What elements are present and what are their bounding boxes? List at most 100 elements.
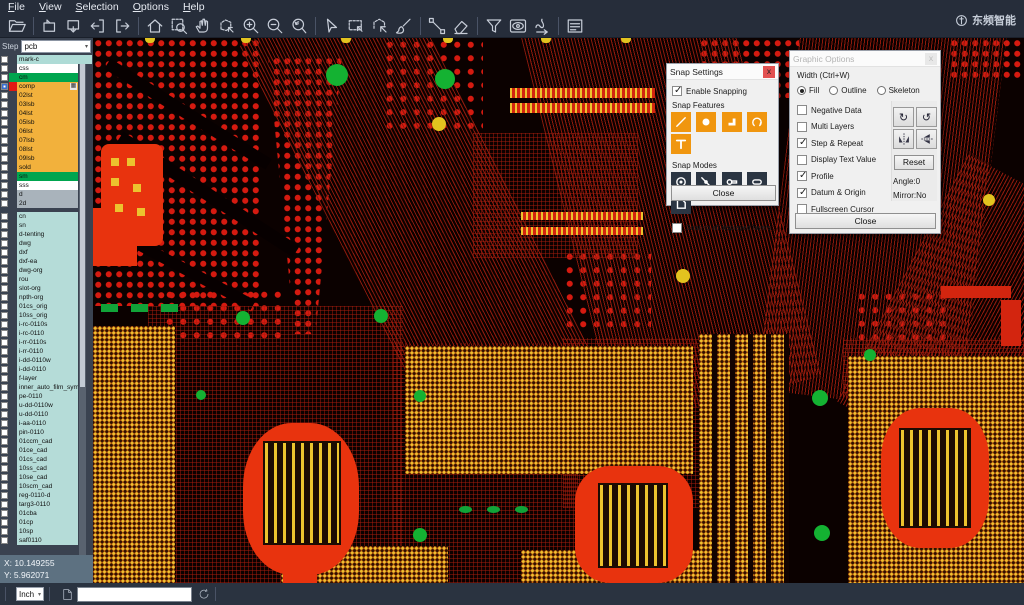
open-icon[interactable] (5, 15, 29, 36)
snap-line-icon[interactable] (671, 112, 691, 132)
layer-row[interactable]: 09lsb (0, 154, 93, 163)
radio-fill[interactable]: Fill (797, 86, 819, 95)
layer-visibility-checkbox[interactable] (1, 528, 8, 535)
home-icon[interactable] (143, 15, 167, 36)
profile-row[interactable]: Profile (797, 171, 876, 181)
layer-row[interactable]: 04lst (0, 109, 93, 118)
snap-all-layers-checkbox[interactable] (672, 223, 682, 233)
next-step-icon[interactable] (110, 15, 134, 36)
layer-visibility-checkbox[interactable] (1, 110, 8, 117)
layer-row[interactable]: i-rc-0110 (0, 329, 93, 338)
menu-help[interactable]: Help (183, 1, 205, 13)
layer-visibility-checkbox[interactable] (1, 465, 8, 472)
layer-row[interactable]: rou (0, 275, 93, 284)
layer-row[interactable]: 10se_cad (0, 473, 93, 482)
snap-surface-icon[interactable] (722, 112, 742, 132)
snap-text-icon[interactable] (671, 134, 691, 154)
layer-visibility-checkbox[interactable] (1, 438, 8, 445)
layer-row[interactable]: 01cp (0, 518, 93, 527)
layer-visibility-checkbox[interactable] (1, 119, 8, 126)
measure-coil-icon[interactable] (530, 15, 554, 36)
layer-visibility-checkbox[interactable] (1, 384, 8, 391)
radio-outline[interactable]: Outline (829, 86, 866, 95)
layer-visibility-checkbox[interactable] (1, 258, 8, 265)
export-icon[interactable] (62, 15, 86, 36)
layer-row[interactable]: sss (0, 181, 93, 190)
layer-visibility-checkbox[interactable] (1, 249, 8, 256)
menu-file[interactable]: File (8, 1, 25, 13)
polygon-select-icon[interactable] (368, 15, 392, 36)
layer-row[interactable]: comp▦ (0, 82, 93, 91)
view-eye-icon[interactable] (506, 15, 530, 36)
layer-row[interactable]: 06lst (0, 127, 93, 136)
layer-row[interactable]: mark-c (0, 55, 93, 64)
layer-row[interactable]: 01cs_cad (0, 455, 93, 464)
layer-visibility-checkbox[interactable] (1, 357, 8, 364)
graphic-close-button[interactable]: Close (795, 213, 936, 229)
layer-row[interactable]: i-rr-0110 (0, 347, 93, 356)
layer-visibility-checkbox[interactable] (1, 537, 8, 544)
layer-row[interactable]: 08lst (0, 145, 93, 154)
layer-visibility-checkbox[interactable] (1, 182, 8, 189)
layer-visibility-checkbox[interactable] (1, 294, 8, 301)
layer-row[interactable]: 01cs_orig (0, 302, 93, 311)
layer-visibility-checkbox[interactable] (1, 128, 8, 135)
layer-row[interactable]: 01ce_cad (0, 446, 93, 455)
layer-visibility-checkbox[interactable] (1, 56, 8, 63)
layer-row[interactable]: dwg (0, 239, 93, 248)
zoom-out-icon[interactable] (263, 15, 287, 36)
layer-row[interactable]: dxf-ea (0, 257, 93, 266)
layer-row[interactable]: 10sp (0, 527, 93, 536)
radio-skeleton[interactable]: Skeleton (877, 86, 920, 95)
layer-visibility-checkbox[interactable] (1, 429, 8, 436)
measure-line-icon[interactable] (425, 15, 449, 36)
layer-row[interactable]: i-dd-0110w (0, 356, 93, 365)
mirror-horizontal-icon[interactable] (893, 129, 914, 149)
graphic-dialog-titlebar[interactable]: Graphic Options (790, 51, 940, 67)
layer-visibility-checkbox[interactable] (1, 267, 8, 274)
zoom-window-icon[interactable] (167, 15, 191, 36)
pan-hand-icon[interactable] (191, 15, 215, 36)
layer-row[interactable]: sn (0, 221, 93, 230)
layer-row[interactable]: 2d (0, 199, 93, 208)
layer-visibility-checkbox[interactable] (1, 483, 8, 490)
menu-selection[interactable]: Selection (76, 1, 119, 13)
layer-row[interactable]: i-dd-0110 (0, 365, 93, 374)
layer-visibility-checkbox[interactable] (1, 321, 8, 328)
rect-select-icon[interactable] (344, 15, 368, 36)
reset-button[interactable]: Reset (894, 155, 934, 170)
close-icon[interactable] (925, 53, 937, 65)
layer-row[interactable]: 02lst (0, 91, 93, 100)
new-page-icon[interactable] (61, 588, 74, 601)
layer-row[interactable]: f-layer (0, 374, 93, 383)
layer-row[interactable]: sm (0, 172, 93, 181)
layer-row[interactable]: 10scm_cad (0, 482, 93, 491)
layer-visibility-checkbox[interactable] (1, 492, 8, 499)
layer-visibility-checkbox[interactable] (1, 510, 8, 517)
layer-visibility-checkbox[interactable] (1, 393, 8, 400)
layer-visibility-checkbox[interactable] (1, 339, 8, 346)
layer-row[interactable]: saf0110 (0, 536, 93, 545)
prev-step-icon[interactable] (86, 15, 110, 36)
zoom-in-icon[interactable] (239, 15, 263, 36)
layer-row[interactable]: reg-0110-d (0, 491, 93, 500)
layer-row[interactable]: dxf (0, 248, 93, 257)
layer-visibility-checkbox[interactable] (1, 155, 8, 162)
layer-row[interactable]: 10ss_orig (0, 311, 93, 320)
multi-layers-row[interactable]: Multi Layers (797, 122, 876, 132)
select-arrow-icon[interactable] (320, 15, 344, 36)
layer-row[interactable]: i-rc-0110s (0, 320, 93, 329)
layer-row[interactable]: css (0, 64, 93, 73)
refresh-icon[interactable] (198, 588, 210, 600)
layer-row[interactable]: targ3-0110 (0, 500, 93, 509)
close-icon[interactable] (763, 66, 775, 78)
layer-visibility-checkbox[interactable] (1, 146, 8, 153)
unit-select[interactable]: Inch ▾ (16, 587, 44, 601)
layer-row[interactable]: slot-org (0, 284, 93, 293)
layer-visibility-checkbox[interactable] (1, 312, 8, 319)
layer-visibility-checkbox[interactable] (1, 240, 8, 247)
layer-visibility-checkbox[interactable] (1, 375, 8, 382)
display-text-value-row[interactable]: Display Text Value (797, 155, 876, 165)
layer-visibility-checkbox[interactable] (1, 411, 8, 418)
layer-row[interactable]: pe-0110 (0, 392, 93, 401)
